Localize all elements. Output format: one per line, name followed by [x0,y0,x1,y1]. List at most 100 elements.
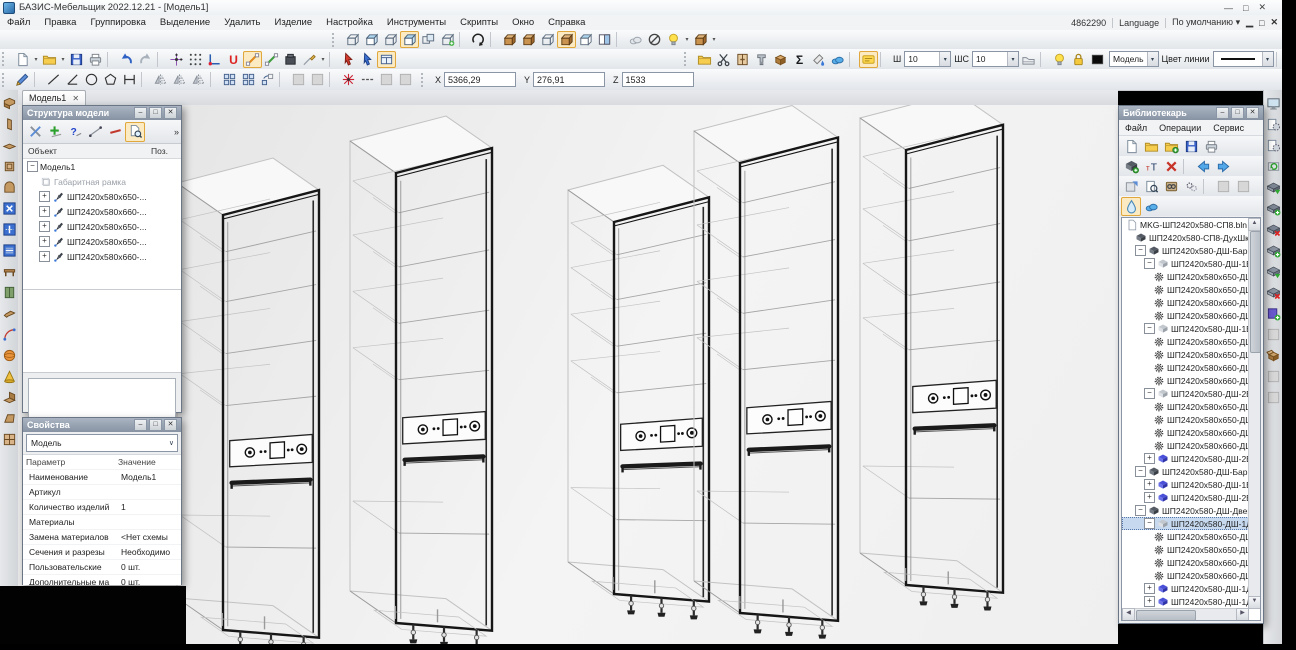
sphere-icon[interactable] [0,345,18,366]
bench-icon[interactable] [0,261,18,282]
plus-green-icon[interactable] [45,122,65,142]
dropdown-arrow-icon[interactable]: ▾ [683,36,691,43]
panel-corner-icon[interactable] [0,93,18,114]
gray-box-icon[interactable] [1233,177,1253,196]
vertical-scrollbar[interactable]: ▲ ▼ [1248,218,1260,609]
tree-item[interactable]: ШП2420х580х650-ДШ [1122,270,1249,283]
property-row[interactable]: Количество изделий1 [23,500,181,515]
folder-open-icon[interactable] [40,51,59,68]
tree-item[interactable]: ШП2420х580-СП8-ДухШкаф [1122,231,1249,244]
circle-icon-icon[interactable] [82,71,101,88]
gray-box-icon[interactable] [1265,366,1283,387]
paint-icon[interactable] [809,51,828,68]
tree-item[interactable]: ШП2420х580х650-ДШ [1122,413,1249,426]
arrow-left-icon[interactable] [1193,157,1213,176]
tab-model1[interactable]: Модель1 ✕ [22,90,86,105]
collapse-icon[interactable]: − [1135,466,1146,477]
close-button[interactable]: ✕ [1258,2,1266,13]
print-icon[interactable] [1201,137,1221,156]
panel-square-icon[interactable] [0,156,18,177]
tree-item[interactable]: ШП2420х580х660-ДШ [1122,374,1249,387]
gray-box-icon[interactable] [308,71,327,88]
coord-z-input[interactable]: 1533 [622,72,694,87]
menu-item[interactable]: Файл [0,17,37,28]
width-select[interactable]: 10▾ [904,51,951,67]
layer-select[interactable]: Модель▾ [1109,51,1159,67]
tree-item[interactable]: ШП2420х580х650-ДШ [1122,348,1249,361]
expand-icon[interactable]: + [1144,583,1155,594]
redo-icon[interactable] [136,51,155,68]
bulb-icon[interactable] [1050,51,1069,68]
minus-red-icon[interactable] [105,122,125,142]
cube-pair-icon[interactable] [419,31,438,48]
collapse-icon[interactable]: − [1144,518,1155,529]
gray-box-icon[interactable] [396,71,415,88]
cabinet-grid-icon[interactable] [0,429,18,450]
viewport[interactable] [18,105,1118,644]
collapse-icon[interactable]: − [27,161,38,172]
mirror-gray-icon[interactable] [170,71,189,88]
panel-minimize-button[interactable]: – [134,107,147,119]
poly-icon-icon[interactable] [101,71,120,88]
language-button[interactable]: Language [1119,18,1159,28]
pencil-line-icon[interactable] [300,51,319,68]
arc-tool-icon[interactable] [0,324,18,345]
expand-icon[interactable]: + [39,221,50,232]
menu-item[interactable]: Окно [505,17,541,28]
dashes-icon[interactable] [358,71,377,88]
seam-width-select[interactable]: 10▾ [972,51,1019,67]
expand-icon[interactable]: + [1144,492,1155,503]
toolbar-grip[interactable] [684,52,692,66]
board-add-icon[interactable] [1265,240,1283,261]
cube-half-icon[interactable] [576,31,595,48]
scroll-up-icon[interactable]: ▲ [1248,218,1261,231]
tree-item[interactable]: ШП2420х580х660-ДШ [1122,556,1249,569]
blue-cross-icon[interactable] [0,198,18,219]
panel-close-button[interactable]: ✕ [164,419,177,431]
folder-add-icon[interactable] [1161,137,1181,156]
menu-item[interactable]: Скрипты [453,17,505,28]
panel-close-button[interactable]: ✕ [1246,107,1259,119]
grid-dots-icon[interactable] [186,51,205,68]
bulb-icon[interactable] [664,31,683,48]
blue-divide-icon[interactable] [0,219,18,240]
cube-wire-icon[interactable] [381,31,400,48]
array-grid-icon[interactable] [220,71,239,88]
pencil-draw-icon[interactable] [13,71,32,88]
board-go-icon[interactable] [1265,261,1283,282]
more-icon[interactable]: » [174,127,179,137]
board-angle-icon[interactable] [0,387,18,408]
expand-icon[interactable]: + [1144,596,1155,607]
expand-icon[interactable]: + [39,251,50,262]
tree-item[interactable]: +ШП2420х580-ДШ-1Д2П- [1122,582,1249,595]
gray-box-icon[interactable] [1265,387,1283,408]
yellow-active-box-icon[interactable] [859,51,878,68]
scissors-icon[interactable] [714,51,733,68]
star-dim-icon[interactable] [339,71,358,88]
property-row[interactable]: Дополнительные ма0 шт. [23,575,181,585]
property-row[interactable]: Сечения и разрезыНеобходимо [23,545,181,560]
mdi-restore-button[interactable]: □ [1259,18,1264,28]
dropdown-arrow-icon[interactable]: ▾ [59,56,67,63]
magnet-u-icon[interactable]: U [224,51,243,68]
bed-gray-icon[interactable] [1019,51,1038,68]
win-grid-icon[interactable] [377,51,396,68]
tools-cross-icon[interactable] [25,122,45,142]
expand-icon[interactable]: + [39,191,50,202]
gray-box-icon[interactable] [289,71,308,88]
menu-item[interactable]: Группировка [83,17,152,28]
save-icon[interactable] [1181,137,1201,156]
panel-float-button[interactable]: □ [149,107,162,119]
library-menu-item[interactable]: Файл [1119,123,1153,133]
cabinet-box-icon[interactable] [733,51,752,68]
horizontal-scrollbar[interactable]: ◀ ▶ [1122,608,1249,620]
tree-item[interactable]: ШП2420х580х660-ДШ [1122,361,1249,374]
panel-arch-icon[interactable] [0,177,18,198]
x-red-icon[interactable] [1161,157,1181,176]
mdi-close-button[interactable]: ✕ [1270,17,1278,28]
cube-blue-icon[interactable] [400,31,419,48]
cube-wire-icon[interactable] [538,31,557,48]
tree-item[interactable]: ШП2420х580х660-ДШ [1122,309,1249,322]
diag-orange-icon[interactable] [243,51,262,68]
property-row[interactable]: Замена материалов<Нет схемы [23,530,181,545]
